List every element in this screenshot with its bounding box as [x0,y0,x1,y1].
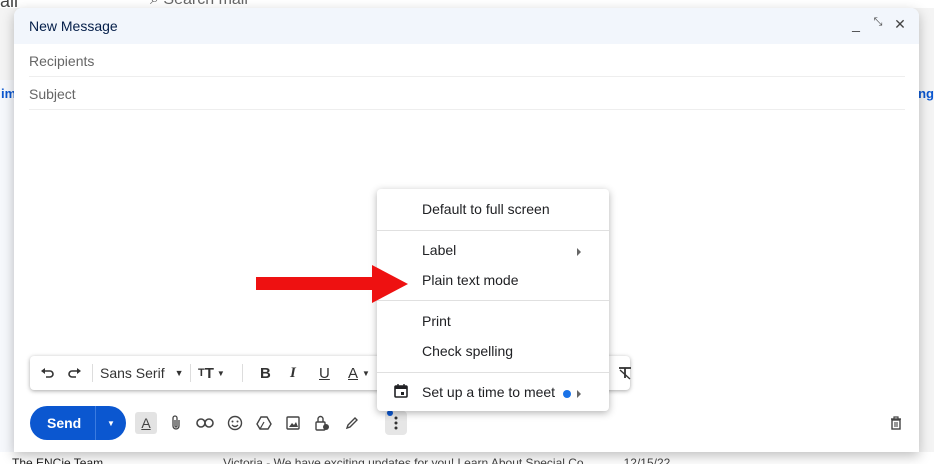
submenu-arrow-icon [577,390,581,398]
formatting-options-icon[interactable]: A [135,412,157,434]
background-row: The ENCie Team Victoria - We have excitin… [12,456,670,464]
underline-icon[interactable]: U [319,356,330,390]
menu-item-label: Default to full screen [422,201,550,217]
menu-item-label: Set up a time to meet [422,384,556,400]
remove-formatting-icon[interactable] [618,356,632,390]
insert-photo-icon[interactable] [282,412,304,434]
search-icon: ⌕ [150,0,159,8]
insert-emoji-icon[interactable] [224,412,246,434]
menu-divider [377,230,609,231]
signature-pen-icon[interactable] [341,412,363,434]
attach-file-icon[interactable] [165,412,187,434]
more-options-menu: Default to full screen Label Plain text … [377,189,609,411]
minimize-icon[interactable]: _ [849,16,863,33]
menu-item-default-full-screen[interactable]: Default to full screen [377,195,609,225]
menu-item-set-up-meeting[interactable]: Set up a time to meet [377,378,609,408]
redo-icon[interactable] [68,356,82,390]
schedule-send-dropdown[interactable]: ▼ [96,406,126,440]
menu-divider [377,300,609,301]
close-icon[interactable]: ✕ [893,16,907,33]
menu-item-label-submenu[interactable]: Label [377,236,609,266]
gmail-topbar-background [0,0,934,8]
background-tab-right: ng [918,86,934,101]
menu-item-label: Plain text mode [422,272,519,288]
row-sender: The ENCie Team [12,456,104,464]
menu-divider [377,372,609,373]
bold-icon[interactable]: B [260,356,271,390]
discard-draft-icon[interactable] [885,412,907,434]
toolbar-divider [190,364,191,382]
annotation-arrow-shaft [256,277,374,290]
insert-link-icon[interactable] [194,412,216,434]
font-select-value: Sans Serif [100,365,165,381]
dropdown-triangle-icon: ▼ [174,368,184,378]
google-drive-icon[interactable] [253,412,275,434]
font-size-icon[interactable]: T T ▼ [198,356,225,390]
menu-item-print[interactable]: Print [377,307,609,337]
annotation-arrow-head [372,265,408,303]
text-color-icon[interactable]: A ▼ [348,356,370,390]
menu-item-plain-text-mode[interactable]: Plain text mode [377,266,609,296]
calendar-icon [394,384,408,398]
background-email-row: The ENCie Team Victoria - We have excitin… [0,452,934,464]
toolbar-divider [92,364,93,382]
menu-item-label: Print [422,313,451,329]
recipients-placeholder: Recipients [29,53,95,69]
chevron-down-icon: ▼ [107,418,115,428]
compose-window-controls: _ ⤡ ✕ [849,16,907,33]
submenu-arrow-icon [577,248,581,256]
background-left-strip [0,80,14,464]
send-label: Send [47,415,82,431]
undo-icon[interactable] [40,356,54,390]
subject-placeholder: Subject [29,86,76,102]
font-select[interactable]: Sans Serif ▼ [100,356,184,390]
menu-item-label: Check spelling [422,343,514,359]
recipients-field[interactable]: Recipients [29,44,905,77]
send-button[interactable]: Send ▼ [30,406,126,440]
row-snippet: Victoria - We have exciting updates for … [223,456,584,464]
subject-field[interactable]: Subject [29,77,905,110]
menu-item-label: Label [422,242,457,258]
search-placeholder: Search mail [163,0,247,8]
exit-fullscreen-icon[interactable]: ⤡ [871,16,885,33]
menu-item-check-spelling[interactable]: Check spelling [377,337,609,367]
row-date: 12/15/22 [623,456,671,464]
compose-title: New Message [29,18,118,34]
new-feature-dot [563,390,571,398]
italic-icon[interactable]: I [290,356,296,390]
toolbar-divider [242,364,243,382]
confidential-mode-icon[interactable] [311,412,333,434]
compose-header[interactable]: New Message _ ⤡ ✕ [14,8,919,44]
